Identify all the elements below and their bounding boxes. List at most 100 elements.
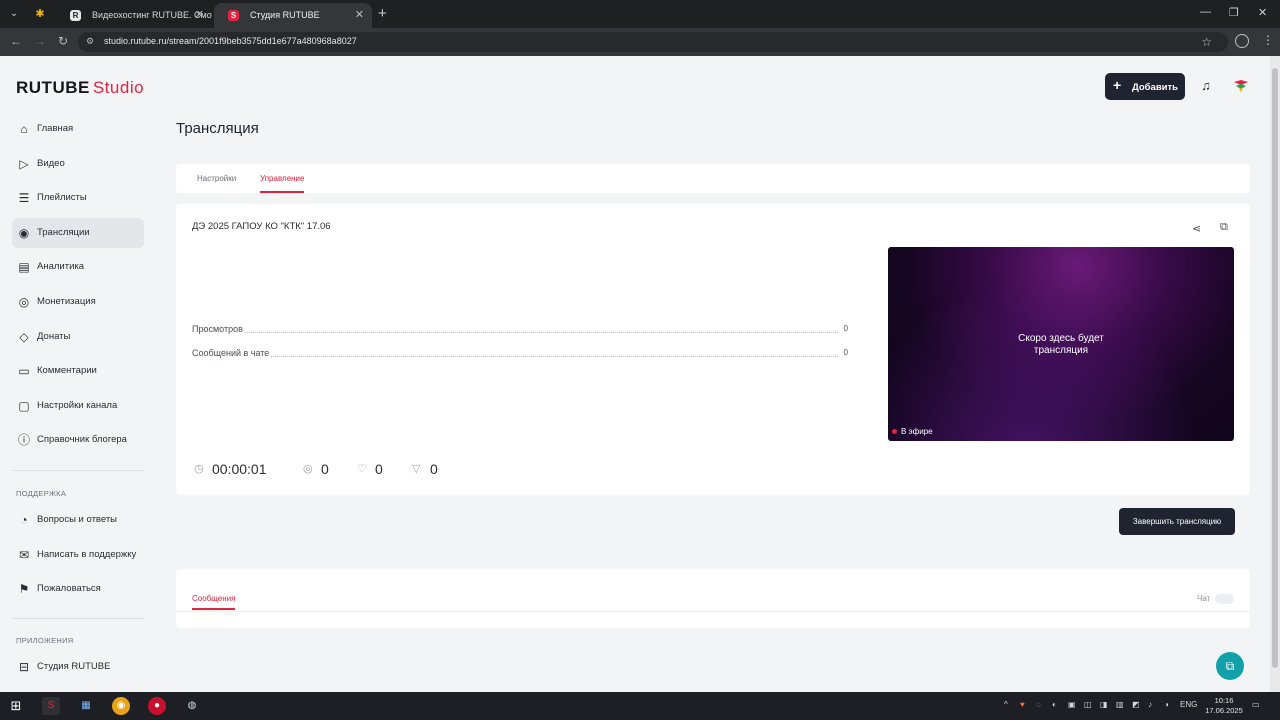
close-window-icon[interactable]: ✕ xyxy=(1258,6,1267,19)
metric-likes: ♡ 0 xyxy=(357,461,397,477)
player-placeholder-text: Скоро здесь будет трансляция xyxy=(888,333,1234,357)
tray-app-icon[interactable]: ▥ xyxy=(1116,700,1124,709)
stat-label: Просмотров xyxy=(192,324,245,334)
stat-dots xyxy=(192,332,838,333)
stream-preview-player[interactable]: Скоро здесь будет трансляция В эфире xyxy=(888,247,1234,441)
back-icon[interactable]: ← xyxy=(10,34,22,48)
site-info-icon[interactable]: ⚙ xyxy=(86,36,96,47)
stream-card: ДЭ 2025 ГАПОУ КО "КТК" 17.06 ⋖ ⧉ Просмот… xyxy=(176,204,1250,535)
sidebar-item-label: Монетизация xyxy=(37,295,96,307)
sidebar-item-guide[interactable]: ⓘ Справочник блогера xyxy=(12,425,144,455)
browser-addressbar: ← → ↻ ⚙ studio.rutube.ru/stream/2001f9be… xyxy=(0,28,1280,56)
sidebar-item-broadcasts[interactable]: ◉ Трансляции xyxy=(12,217,144,248)
home-icon: ⌂ xyxy=(20,122,28,136)
studio-page: RUTUBE Studio ⌂ Главная ▷ Видео ☰ Плейлис… xyxy=(0,56,1270,692)
minimize-icon[interactable]: — xyxy=(1200,6,1211,18)
tray-app-icon[interactable]: ♥ xyxy=(1020,700,1025,709)
taskbar-clock[interactable]: 10:16 17.06.2025 xyxy=(1204,696,1244,716)
sidebar-item-video[interactable]: ▷ Видео xyxy=(12,149,144,179)
restore-icon[interactable]: ❐ xyxy=(1229,6,1239,19)
logo-brand: RUTUBE xyxy=(16,78,90,97)
page-scrollbar[interactable] xyxy=(1270,56,1280,692)
sidebar-item-donations[interactable]: ◇ Донаты xyxy=(12,322,144,352)
url-bar[interactable]: ⚙ studio.rutube.ru/stream/2001f9beb3575d… xyxy=(78,32,1228,52)
stream-title: ДЭ 2025 ГАПОУ КО "КТК" 17.06 xyxy=(192,221,331,232)
sidebar-item-playlists[interactable]: ☰ Плейлисты xyxy=(12,183,144,213)
sidebar-item-studio-app[interactable]: ⊟ Студия RUTUBE xyxy=(12,652,144,682)
url-text[interactable]: studio.rutube.ru/stream/2001f9beb3575dd1… xyxy=(104,36,357,46)
network-icon[interactable]: ◩ xyxy=(1132,700,1140,709)
browser-tab-rutube[interactable]: R Видеохостинг RUTUBE. Смотр ✕ xyxy=(56,3,212,28)
tray-expand-icon[interactable]: ^ xyxy=(1004,700,1008,709)
support-chat-icon[interactable]: ⧉ xyxy=(1216,652,1244,680)
notifications-bell-icon[interactable]: ♫ xyxy=(1198,78,1214,94)
share-icon[interactable]: ⋖ xyxy=(1192,222,1201,235)
new-tab-icon[interactable]: + xyxy=(378,5,387,22)
plus-icon: + xyxy=(1113,77,1122,93)
windows-start-icon[interactable]: ⊞ xyxy=(7,697,25,715)
sidebar-item-label: Видео xyxy=(37,157,65,169)
close-tab-icon[interactable]: ✕ xyxy=(195,3,204,28)
add-button-label: Добавить xyxy=(1132,82,1179,93)
sidebar-item-channel-settings[interactable]: ▢ Настройки канала xyxy=(12,391,144,421)
rutube-studio-logo[interactable]: RUTUBE Studio xyxy=(16,78,144,98)
sidebar-item-comments[interactable]: ▭ Комментарии xyxy=(12,356,144,386)
sidebar-item-label: Донаты xyxy=(37,330,71,342)
windows-taskbar: ⊞ S ▦ ◉ ● ◍ ^ ♥ ◌ ◐ ▣ ◫ ◨ ▥ ◩ ♪ ◑ ENG 10… xyxy=(0,692,1280,720)
sidebar-item-label: Написать в поддержку xyxy=(37,548,137,560)
notifications-center-icon[interactable]: ▭ xyxy=(1252,700,1260,709)
sidebar-item-label: Справочник блогера xyxy=(37,434,127,446)
language-indicator[interactable]: ENG xyxy=(1180,700,1197,709)
profile-icon[interactable] xyxy=(1235,34,1249,48)
chat-toggle[interactable] xyxy=(1215,594,1234,604)
tray-app-icon[interactable]: ▣ xyxy=(1068,700,1076,709)
sidebar-section-apps: ПРИЛОЖЕНИЯ xyxy=(16,636,74,645)
sidebar-item-contact-support[interactable]: ✉ Написать в поддержку xyxy=(12,540,144,570)
open-external-icon[interactable]: ⧉ xyxy=(1220,221,1228,234)
tray-app-icon[interactable]: ◫ xyxy=(1084,700,1092,709)
browser-menu-icon[interactable]: ⋮ xyxy=(1262,33,1274,47)
rutube-app-icon[interactable]: ● xyxy=(148,697,166,715)
browser-tab-title: Студия RUTUBE xyxy=(250,10,320,20)
sidebar-item-analytics[interactable]: ▤ Аналитика xyxy=(12,252,144,282)
player-message-line2: трансляция xyxy=(1033,345,1089,356)
tray-app-icon[interactable]: ◑ xyxy=(1164,700,1169,709)
sidebar-divider xyxy=(12,618,144,619)
end-stream-button[interactable]: Завершить трансляцию xyxy=(1119,508,1235,535)
browser-tab-studio[interactable]: S Студия RUTUBE ✕ xyxy=(214,3,372,28)
player-message-line1: Скоро здесь будет xyxy=(1018,333,1104,344)
clock-date: 17.06.2025 xyxy=(1205,706,1243,715)
add-button[interactable]: + Добавить xyxy=(1105,73,1185,100)
donations-icon: ◇ xyxy=(19,329,29,344)
tab-messages[interactable]: Сообщения xyxy=(192,594,236,610)
scroll-thumb[interactable] xyxy=(1272,68,1278,668)
tab-search-icon[interactable]: ⌄ xyxy=(6,6,22,22)
sidebar-item-report[interactable]: ⚑ Пожаловаться xyxy=(12,574,144,604)
forward-icon[interactable]: → xyxy=(34,34,46,48)
sidebar-item-faq[interactable]: ◔ Вопросы и ответы xyxy=(12,505,144,535)
user-avatar[interactable] xyxy=(1233,79,1249,93)
tab-settings[interactable]: Настройки xyxy=(197,174,236,183)
chrome-icon[interactable]: ◉ xyxy=(112,697,130,715)
thumbs-down-icon: ▽ xyxy=(412,463,421,475)
obs-icon[interactable]: ◍ xyxy=(183,697,201,715)
messages-divider xyxy=(176,611,1250,612)
reload-icon[interactable]: ↻ xyxy=(58,34,68,48)
sidebar-item-home[interactable]: ⌂ Главная xyxy=(12,114,144,144)
tray-app-icon[interactable]: ◌ xyxy=(1036,700,1041,709)
tray-app-icon[interactable]: ◐ xyxy=(1052,700,1057,709)
sidebar-support: ◔ Вопросы и ответы ✉ Написать в поддержк… xyxy=(12,505,144,609)
tab-management[interactable]: Управление xyxy=(260,174,305,193)
close-tab-icon[interactable]: ✕ xyxy=(355,3,364,28)
rutube-favicon-icon: R xyxy=(70,10,81,21)
thumbs-up-icon: ♡ xyxy=(357,463,367,475)
stream-tabs: Настройки Управление xyxy=(176,164,1250,193)
tray-app-icon[interactable]: ◨ xyxy=(1100,700,1108,709)
mail-icon: ✉ xyxy=(18,547,30,562)
pinned-tab-icon[interactable]: ✱ xyxy=(30,4,50,24)
file-explorer-icon[interactable]: ▦ xyxy=(77,697,95,715)
bookmark-star-icon[interactable]: ☆ xyxy=(1201,35,1212,49)
sublime-app-icon[interactable]: S xyxy=(42,697,60,715)
sidebar-item-monetization[interactable]: ◎ Монетизация xyxy=(12,287,144,317)
volume-icon[interactable]: ♪ xyxy=(1148,700,1152,709)
